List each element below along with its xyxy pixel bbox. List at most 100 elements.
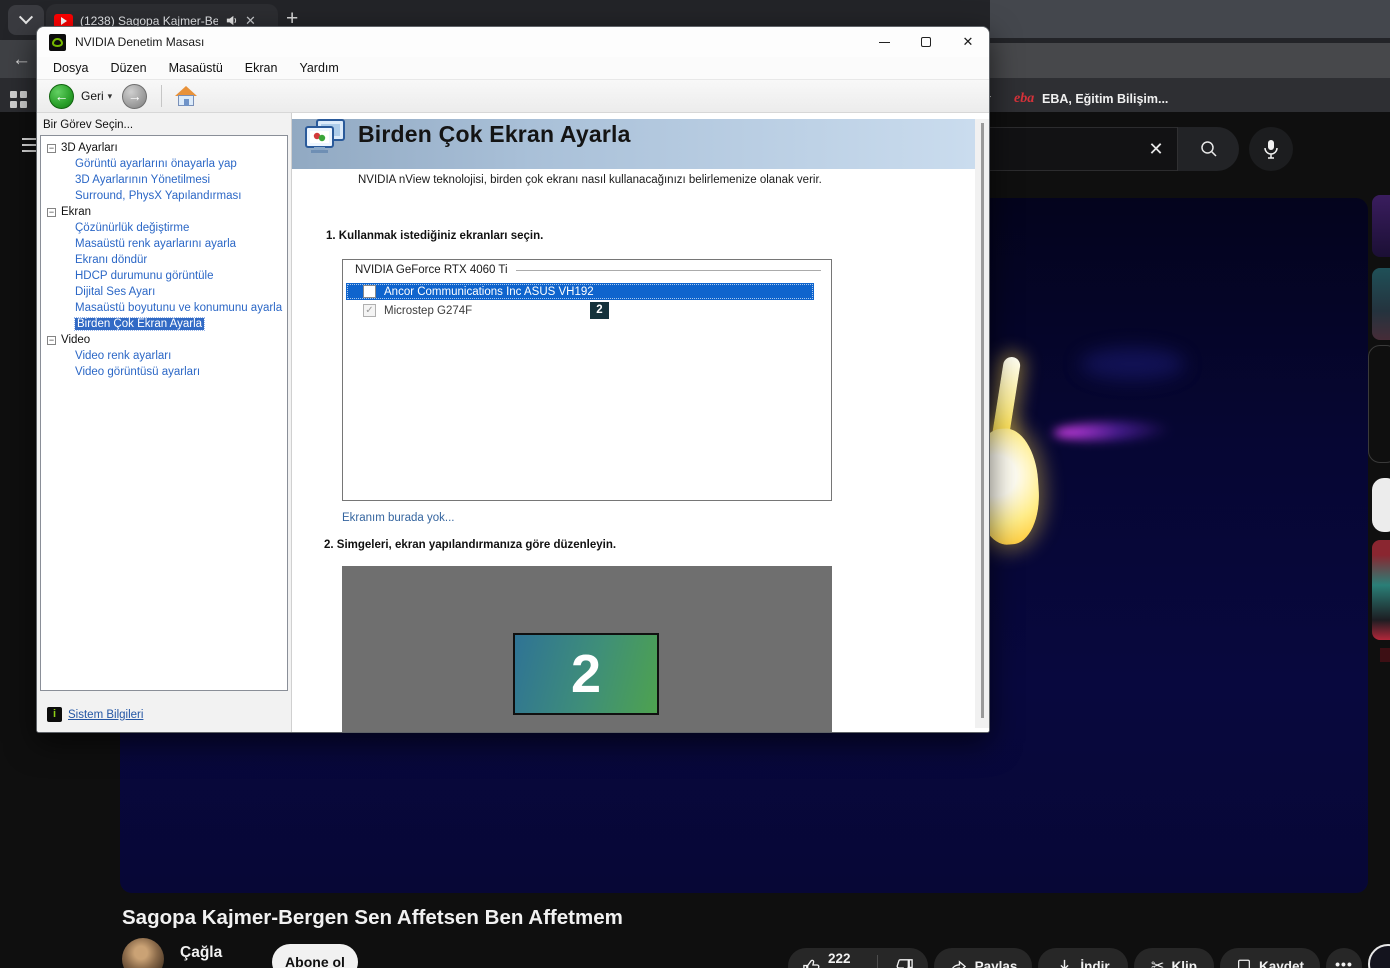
tree-item-label: Video renk ayarları <box>75 350 172 362</box>
microphone-icon <box>1264 140 1278 159</box>
content-pane: Birden Çok Ekran Ayarla NVIDIA nView tek… <box>291 113 989 732</box>
share-button[interactable]: Paylaş <box>934 948 1032 968</box>
display-row-microstep[interactable]: ✓ Microstep G274F 2 <box>346 302 814 319</box>
minimize-button[interactable] <box>863 27 905 57</box>
forward-button[interactable]: → <box>122 83 148 109</box>
tree-expander-icon[interactable]: − <box>47 143 56 153</box>
page-title: Birden Çok Ekran Ayarla <box>358 121 631 147</box>
tree-item-label: 3D Ayarlarının Yönetilmesi <box>75 174 211 186</box>
tree-item-14[interactable]: Video görüntüsü ayarları <box>41 364 287 380</box>
tree-item-5[interactable]: Çözünürlük değiştirme <box>41 220 287 236</box>
more-actions-button[interactable]: ••• <box>1326 948 1362 968</box>
suggested-card-outline[interactable] <box>1368 345 1390 463</box>
menu-yard-m[interactable]: Yardım <box>289 59 348 77</box>
partial-avatar <box>1368 944 1390 968</box>
tree-item-3[interactable]: Surround, PhysX Yapılandırması <box>41 188 287 204</box>
menu-ekran[interactable]: Ekran <box>235 59 288 77</box>
tree-item-0[interactable]: −3D Ayarları <box>41 140 287 156</box>
thumbs-down-icon[interactable] <box>895 957 914 968</box>
browser-back-icon[interactable]: ← <box>12 49 31 71</box>
window-titlebar[interactable]: NVIDIA Denetim Masası ✕ <box>37 27 989 57</box>
save-label: Kaydet <box>1258 958 1304 968</box>
tree-item-13[interactable]: Video renk ayarları <box>41 348 287 364</box>
menu-dosya[interactable]: Dosya <box>43 59 98 77</box>
thumbs-up-icon[interactable] <box>802 957 821 968</box>
suggested-thumbnail[interactable] <box>1372 478 1390 532</box>
display-checkbox-unchecked[interactable] <box>363 285 376 298</box>
like-dislike-pill[interactable]: 222 B <box>788 948 928 968</box>
menu-d-zen[interactable]: Düzen <box>100 59 156 77</box>
clip-button[interactable]: ✂ Klip <box>1134 948 1214 968</box>
channel-avatar[interactable] <box>122 938 164 968</box>
display-name: Microstep G274F <box>384 304 473 317</box>
tree-expander-icon[interactable]: − <box>47 335 56 345</box>
arrangement-panel[interactable]: 2 <box>342 566 832 732</box>
display-listbox[interactable]: NVIDIA GeForce RTX 4060 Ti Ancor Communi… <box>342 259 832 501</box>
toolbar-separator <box>161 85 163 107</box>
back-history-caret-icon[interactable]: ▾ <box>108 91 113 102</box>
tree-item-9[interactable]: Dijital Ses Ayarı <box>41 284 287 300</box>
video-light-smudge <box>1080 348 1185 380</box>
display-checkbox-checked[interactable]: ✓ <box>363 304 376 317</box>
system-info[interactable]: i Sistem Bilgileri <box>47 707 143 722</box>
save-button[interactable]: Kaydet <box>1220 948 1320 968</box>
bookmark-eba[interactable]: EBA, Eğitim Bilişim... <box>1042 92 1168 106</box>
tree-item-label: Masaüstü boyutunu ve konumunu ayarla <box>75 302 283 314</box>
system-info-link[interactable]: Sistem Bilgileri <box>68 709 143 721</box>
suggested-thumbnail[interactable] <box>1372 195 1390 257</box>
info-icon: i <box>47 707 62 722</box>
tree-item-label: Ekranı döndür <box>75 254 148 266</box>
display-row-asus[interactable]: Ancor Communications Inc ASUS VH192 <box>346 283 814 300</box>
download-icon <box>1060 959 1069 968</box>
download-button[interactable]: İndir <box>1038 948 1128 968</box>
channel-name[interactable]: Çağla <box>180 944 222 962</box>
display-not-here-link[interactable]: Ekranım burada yok... <box>342 512 455 524</box>
tree-item-8[interactable]: HDCP durumunu görüntüle <box>41 268 287 284</box>
close-button[interactable]: ✕ <box>947 27 989 57</box>
scissors-icon: ✂ <box>1151 958 1165 968</box>
home-button[interactable] <box>174 85 198 107</box>
tree-item-2[interactable]: 3D Ayarlarının Yönetilmesi <box>41 172 287 188</box>
subscribe-button[interactable]: Abone ol <box>272 944 358 968</box>
suggested-thumbnail <box>1380 648 1390 662</box>
gpu-group-header: NVIDIA GeForce RTX 4060 Ti <box>355 264 821 276</box>
apps-grid-icon[interactable] <box>10 91 27 108</box>
maximize-button[interactable] <box>905 27 947 57</box>
menu-masa-st-[interactable]: Masaüstü <box>159 59 233 77</box>
display-number-badge: 2 <box>590 302 609 319</box>
task-tree: −3D Ayarları Görüntü ayarlarını önayarla … <box>40 135 288 691</box>
video-title: Sagopa Kajmer-Bergen Sen Affetsen Ben Af… <box>122 906 623 929</box>
content-scrollbar-thumb[interactable] <box>981 123 984 718</box>
suggested-thumbnail[interactable] <box>1372 540 1390 640</box>
tree-item-4[interactable]: − Ekran <box>41 204 287 220</box>
clip-label: Klip <box>1171 958 1197 968</box>
step2-label: 2. Simgeleri, ekran yapılandırmanıza gör… <box>324 539 617 551</box>
tree-item-label: Dijital Ses Ayarı <box>75 286 156 298</box>
sidebar-header: Bir Görev Seçin... <box>43 119 134 131</box>
back-label: Geri <box>81 89 104 103</box>
tree-item-label: Masaüstü renk ayarlarını ayarla <box>75 238 237 250</box>
monitor-2-icon[interactable]: 2 <box>513 633 659 715</box>
tree-item-label: Surround, PhysX Yapılandırması <box>75 190 242 202</box>
tree-expander-icon[interactable]: − <box>47 207 56 217</box>
suggested-thumbnail[interactable] <box>1372 268 1390 340</box>
tree-item-label: Birden Çok Ekran Ayarla <box>73 317 206 331</box>
tree-item-label: Video <box>61 334 91 346</box>
tree-item-10[interactable]: Masaüstü boyutunu ve konumunu ayarla <box>41 300 287 316</box>
back-button[interactable]: ← <box>49 83 74 109</box>
browser-tab-strip-right <box>990 0 1390 40</box>
search-button[interactable] <box>1177 127 1239 171</box>
tree-item-6[interactable]: Masaüstü renk ayarlarını ayarla <box>41 236 287 252</box>
tree-item-1[interactable]: Görüntü ayarlarını önayarla yap <box>41 156 287 172</box>
tree-item-12[interactable]: − Video <box>41 332 287 348</box>
tree-item-7[interactable]: Ekranı döndür <box>41 252 287 268</box>
search-clear-icon[interactable]: ✕ <box>1143 136 1169 162</box>
tree-item-label: Görüntü ayarlarını önayarla yap <box>75 158 237 170</box>
share-label: Paylaş <box>974 958 1018 968</box>
tree-item-11[interactable]: Birden Çok Ekran Ayarla <box>41 316 287 332</box>
gpu-name: NVIDIA GeForce RTX 4060 Ti <box>355 264 508 276</box>
window-title: NVIDIA Denetim Masası <box>75 35 205 49</box>
voice-search-button[interactable] <box>1249 127 1293 171</box>
browser-address-strip-right <box>990 43 1390 78</box>
eba-favicon: eba <box>1014 91 1035 106</box>
